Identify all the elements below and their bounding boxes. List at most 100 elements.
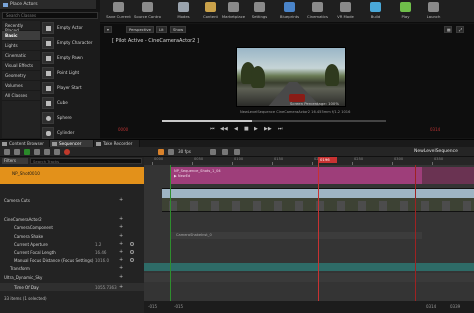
vr-mode-button[interactable]: VR Mode bbox=[332, 1, 359, 22]
maximize-viewport-button[interactable]: ⤢ bbox=[456, 26, 464, 33]
ruler-tick bbox=[152, 162, 153, 165]
work-start-time[interactable]: -015 bbox=[174, 304, 183, 309]
camera-cut-thumbnail bbox=[288, 189, 309, 211]
stop-icon[interactable]: ■ bbox=[244, 126, 249, 132]
marketplace-button[interactable]: Marketplace bbox=[220, 1, 247, 22]
playback-options-icon[interactable] bbox=[210, 149, 216, 155]
playback-start-marker[interactable] bbox=[170, 165, 171, 313]
shot-section[interactable]: NP_Sequence_Shots_1_04 ▶ NewEd bbox=[170, 167, 422, 184]
save-current-button[interactable]: Save Current bbox=[105, 1, 132, 22]
key-dot-icon[interactable] bbox=[130, 258, 134, 262]
add-key-icon[interactable]: + bbox=[119, 241, 123, 247]
time-ruler[interactable]: 00000050010001500200025003000350 bbox=[144, 157, 474, 165]
step-back-icon[interactable]: ◀◀ bbox=[220, 126, 228, 132]
search-tracks-input[interactable]: Search Tracks bbox=[30, 158, 142, 164]
actor-item-player-start[interactable]: Player Start bbox=[42, 81, 98, 96]
character-icon bbox=[42, 37, 54, 49]
blueprints-button[interactable]: Blueprints bbox=[276, 1, 303, 22]
camera-shake-section[interactable]: CameraShakeInst_0 bbox=[170, 232, 422, 239]
place-actors-icon bbox=[3, 3, 8, 7]
settings-icon bbox=[254, 2, 265, 12]
camera-icon[interactable] bbox=[44, 149, 50, 155]
ruler-tick bbox=[272, 162, 273, 165]
add-icon[interactable]: + bbox=[119, 233, 123, 239]
ruler-label: 0150 bbox=[274, 157, 284, 161]
key-icon[interactable] bbox=[158, 149, 164, 155]
transform-icon[interactable] bbox=[234, 149, 240, 155]
actor-item-sphere[interactable]: Sphere bbox=[42, 111, 98, 126]
loop-icon[interactable] bbox=[222, 149, 228, 155]
show-button[interactable]: Show bbox=[170, 26, 187, 33]
actor-item-empty-actor[interactable]: Empty Actor bbox=[42, 21, 98, 36]
cinematics-button[interactable]: Cinematics bbox=[304, 1, 331, 22]
add-icon[interactable]: + bbox=[119, 197, 123, 203]
grid-snap-button[interactable]: ▦ bbox=[444, 26, 452, 33]
viewport-scrub-bar[interactable] bbox=[162, 120, 386, 122]
perspective-button[interactable]: Perspective bbox=[126, 26, 154, 33]
add-track-icon[interactable] bbox=[24, 149, 30, 155]
category-all-classes[interactable]: All Classes bbox=[2, 91, 40, 101]
lit-button[interactable]: Lit bbox=[156, 26, 167, 33]
add-icon[interactable]: + bbox=[119, 274, 123, 280]
add-key-icon[interactable]: + bbox=[119, 284, 123, 290]
track-time-of-day[interactable]: Time Of Day 1055.7363 + bbox=[0, 283, 144, 291]
place-actors-tab[interactable]: Place Actors bbox=[0, 0, 96, 10]
actor-item-point-light[interactable]: Point Light bbox=[42, 66, 98, 81]
sky-section[interactable] bbox=[144, 273, 474, 282]
search-icon[interactable] bbox=[14, 149, 20, 155]
add-key-icon[interactable]: + bbox=[119, 249, 123, 255]
view-end-time[interactable]: 0339 bbox=[450, 304, 460, 309]
launch-button[interactable]: Launch bbox=[420, 1, 447, 22]
category-basic[interactable]: Basic bbox=[2, 31, 40, 41]
add-icon[interactable]: + bbox=[119, 224, 123, 230]
playback-end-marker[interactable] bbox=[415, 165, 416, 313]
category-recently-placed[interactable]: Recently Placed bbox=[2, 21, 40, 33]
jump-end-icon[interactable]: ⏭ bbox=[278, 126, 283, 132]
category-geometry[interactable]: Geometry bbox=[2, 71, 40, 81]
category-visual-effects[interactable]: Visual Effects bbox=[2, 61, 40, 71]
play-reverse-icon[interactable]: ◀ bbox=[234, 126, 238, 132]
source-control-button[interactable]: Source Control bbox=[134, 1, 161, 22]
work-end-time[interactable]: 0314 bbox=[426, 304, 436, 309]
actor-item-empty-pawn[interactable]: Empty Pawn bbox=[42, 51, 98, 66]
jump-start-icon[interactable]: ⏮ bbox=[210, 126, 215, 132]
snap-icon[interactable] bbox=[168, 149, 174, 155]
playhead[interactable] bbox=[318, 157, 319, 313]
sequence-name-breadcrumb[interactable]: NewLevelSequence bbox=[414, 149, 458, 154]
shot-section-tail[interactable] bbox=[422, 167, 474, 184]
add-icon[interactable]: + bbox=[119, 216, 123, 222]
filters-button[interactable]: Filters bbox=[2, 158, 28, 164]
modes-button[interactable]: Modes bbox=[170, 1, 197, 22]
add-key-icon[interactable]: + bbox=[119, 257, 123, 263]
key-dot-icon[interactable] bbox=[130, 242, 134, 246]
view-start-time[interactable]: -015 bbox=[148, 304, 157, 309]
items-count-label: 33 items (1 selected) bbox=[4, 296, 47, 301]
place-actors-tab-label: Place Actors bbox=[10, 2, 38, 7]
build-button[interactable]: Build bbox=[362, 1, 389, 22]
actor-item-cube[interactable]: Cube bbox=[42, 96, 98, 111]
modes-icon bbox=[178, 2, 189, 12]
settings-button[interactable]: Settings bbox=[246, 1, 273, 22]
actor-item-empty-character[interactable]: Empty Character bbox=[42, 36, 98, 51]
step-forward-icon[interactable]: ▶▶ bbox=[264, 126, 272, 132]
category-volumes[interactable]: Volumes bbox=[2, 81, 40, 91]
transform-section[interactable] bbox=[144, 263, 474, 271]
render-movie-icon[interactable] bbox=[34, 149, 40, 155]
key-dot-icon[interactable] bbox=[130, 250, 134, 254]
viewport-options-button[interactable]: ▾ bbox=[104, 26, 112, 33]
search-classes-input[interactable]: Search Classes bbox=[2, 12, 98, 19]
save-icon[interactable] bbox=[4, 149, 10, 155]
category-lights[interactable]: Lights bbox=[2, 41, 40, 51]
shot-track-row[interactable]: NP_Shot0010 bbox=[0, 167, 144, 184]
category-cinematic[interactable]: Cinematic bbox=[2, 51, 40, 61]
camera-cut-thumbnail bbox=[225, 189, 246, 211]
play-forward-icon[interactable]: ▶ bbox=[254, 126, 258, 132]
source-control-icon bbox=[142, 2, 153, 12]
add-icon[interactable]: + bbox=[119, 265, 123, 271]
play-button[interactable]: Play bbox=[392, 1, 419, 22]
settings-icon[interactable] bbox=[54, 149, 60, 155]
ruler-tick bbox=[392, 162, 393, 165]
camera-cut-thumbnail bbox=[309, 189, 330, 211]
fps-selector[interactable]: 30 fps bbox=[178, 149, 191, 154]
record-icon[interactable] bbox=[64, 149, 70, 155]
